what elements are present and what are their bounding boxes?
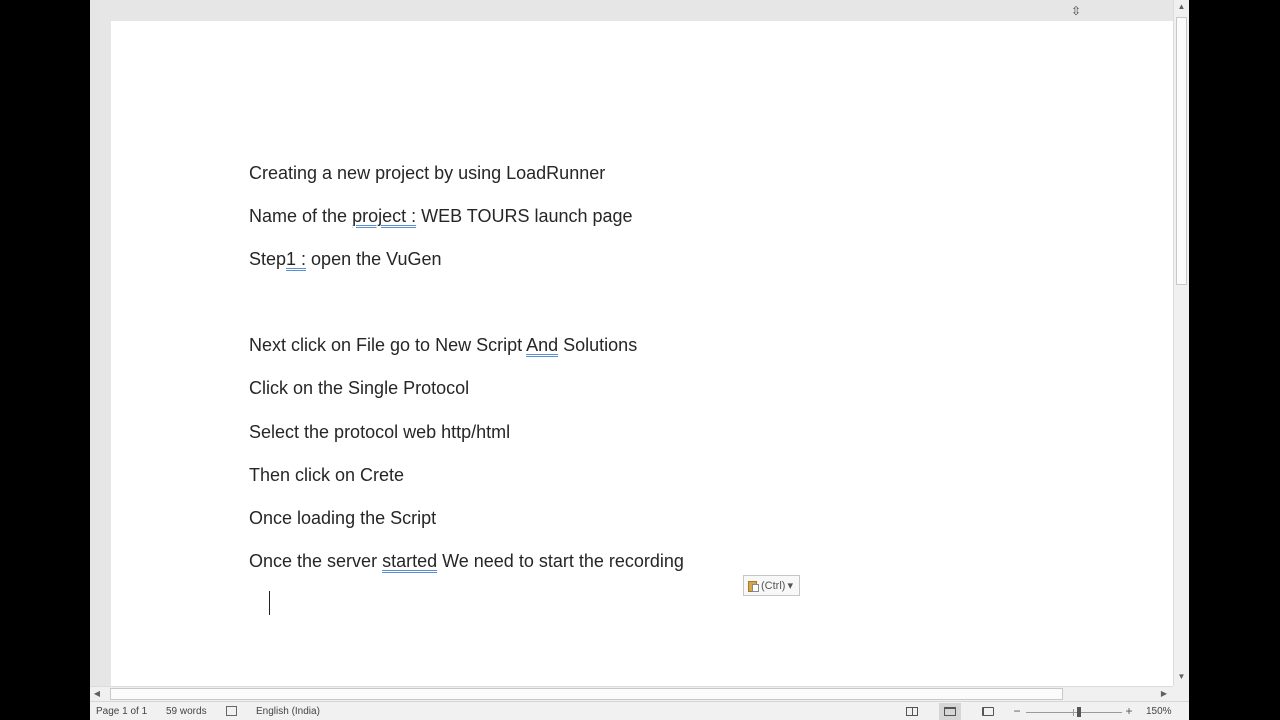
proofing-flagged-text[interactable]: project : [352,206,416,226]
paragraph[interactable]: Then click on Crete [249,463,404,487]
scroll-up-arrow-icon[interactable]: ▲ [1174,0,1189,14]
text-cursor [269,591,270,615]
zoom-level[interactable]: 150% [1146,702,1172,720]
horizontal-scrollbar[interactable]: ◀ ▶ [90,686,1173,701]
read-mode-icon [906,707,918,716]
paragraph-text: Step [249,249,287,269]
split-window-icon[interactable]: ⇳ [1070,5,1082,17]
paragraph-text: Next click on File go to New Script [249,335,527,355]
zoom-slider[interactable] [1026,707,1122,717]
read-mode-button[interactable] [901,703,923,720]
zoom-slider-midpoint [1073,709,1074,716]
document-page[interactable]: Creating a new project by using LoadRunn… [111,21,1173,686]
print-layout-button[interactable] [939,703,961,720]
web-layout-button[interactable] [977,703,999,720]
horizontal-scroll-thumb[interactable] [110,688,1063,700]
document-area[interactable]: ⇳ Creating a new project by using LoadRu… [90,0,1173,686]
zoom-slider-thumb[interactable] [1077,707,1081,717]
paragraph-text: Click on the Single Protocol [249,378,470,398]
proofing-flagged-text[interactable]: And [526,335,558,355]
proofing-flagged-text[interactable]: 1 : [286,249,306,269]
word-count[interactable]: 59 words [166,702,207,720]
paragraph[interactable]: Next click on File go to New Script And … [249,333,637,357]
clipboard-icon [748,579,759,592]
scrollbar-corner [1173,686,1189,701]
paragraph[interactable]: Select the protocol web http/html [249,420,510,444]
paragraph-text: Select the protocol web http/html [249,422,511,442]
paragraph-text: Then click on Crete [249,465,405,485]
paragraph-text: Once loading the Script [249,508,437,528]
paragraph[interactable]: Once loading the Script [249,506,436,530]
print-layout-icon [944,707,956,716]
scroll-right-arrow-icon[interactable]: ▶ [1157,687,1171,701]
paragraph-text: WEB TOURS launch page [416,206,633,226]
paragraph-text: We need to start the recording [437,551,684,571]
web-layout-icon [982,707,994,716]
paragraph-text: Name of the [249,206,353,226]
paste-options-button[interactable]: (Ctrl) ▾ [743,575,800,596]
paragraph[interactable]: Name of the project : WEB TOURS launch p… [249,204,633,228]
paragraph[interactable]: Step1 : open the VuGen [249,247,442,271]
paste-options-label: (Ctrl) [761,579,786,592]
scroll-left-arrow-icon[interactable]: ◀ [90,687,104,701]
proofing-icon[interactable] [226,706,237,716]
scroll-down-arrow-icon[interactable]: ▼ [1174,670,1189,684]
paragraph[interactable]: Once the server started We need to start… [249,549,684,573]
paragraph-text: open the VuGen [306,249,442,269]
paragraph[interactable]: Creating a new project by using LoadRunn… [249,161,605,185]
paragraph[interactable]: Click on the Single Protocol [249,376,469,400]
chevron-down-icon: ▾ [787,580,793,592]
vertical-scroll-thumb[interactable] [1176,17,1187,285]
word-window: ⇳ Creating a new project by using LoadRu… [90,0,1189,720]
paragraph-text: Creating a new project by using LoadRunn… [249,163,606,183]
language-indicator[interactable]: English (India) [256,702,320,720]
page-count[interactable]: Page 1 of 1 [96,702,147,720]
zoom-in-button[interactable]: + [1124,702,1134,720]
vertical-scrollbar[interactable]: ▲ ▼ [1173,0,1189,686]
zoom-out-button[interactable]: − [1012,702,1022,720]
status-bar: Page 1 of 1 59 words English (India) − +… [90,701,1189,720]
paragraph-text: Once the server [249,551,383,571]
paragraph-text: Solutions [558,335,638,355]
proofing-flagged-text[interactable]: started [382,551,437,571]
